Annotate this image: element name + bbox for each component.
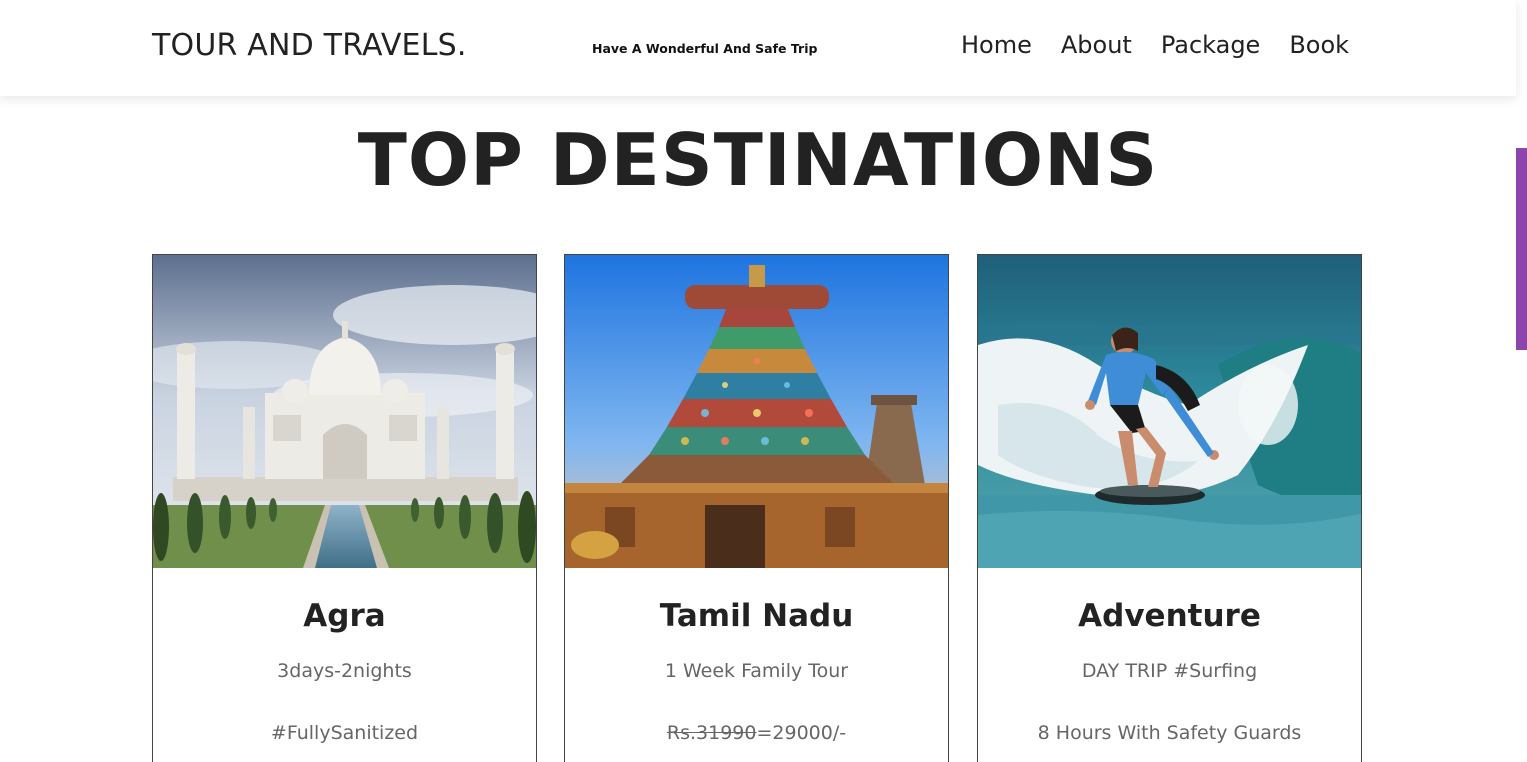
- card-title: Adventure: [1078, 598, 1261, 634]
- card-title: Tamil Nadu: [659, 598, 854, 634]
- nav-link-about[interactable]: About: [1061, 31, 1132, 59]
- old-price: Rs.31990: [666, 722, 757, 744]
- surfing-photo: [978, 255, 1361, 568]
- destination-card-tamil-nadu[interactable]: Tamil Nadu 1 Week Family Tour Rs.31990=2…: [564, 254, 949, 762]
- destination-card-agra[interactable]: Agra 3days-2nights #FullySanitized: [152, 254, 537, 762]
- scrollbar-thumb[interactable]: [1516, 148, 1527, 350]
- main-nav: Home About Package Book: [961, 31, 1349, 59]
- card-subtitle: DAY TRIP #Surfing: [1081, 660, 1258, 682]
- card-subtitle: 3days-2nights: [277, 660, 412, 682]
- card-title: Agra: [303, 598, 386, 634]
- nav-link-book[interactable]: Book: [1289, 31, 1349, 59]
- section-title: TOP DESTINATIONS: [357, 118, 1159, 202]
- page: TOUR AND TRAVELS. Have A Wonderful And S…: [0, 0, 1527, 762]
- nav-link-home[interactable]: Home: [961, 31, 1032, 59]
- brand-logo-text[interactable]: TOUR AND TRAVELS.: [152, 28, 467, 63]
- card-detail: 8 Hours With Safety Guards: [1037, 722, 1302, 744]
- card-subtitle: 1 Week Family Tour: [664, 660, 849, 682]
- nav-link-package[interactable]: Package: [1161, 31, 1260, 59]
- tagline: Have A Wonderful And Safe Trip: [592, 41, 818, 56]
- card-price: Rs.31990=29000/-: [565, 722, 948, 744]
- destination-card-adventure[interactable]: Adventure DAY TRIP #Surfing 8 Hours With…: [977, 254, 1362, 762]
- card-detail: #FullySanitized: [270, 722, 419, 744]
- header-bar: TOUR AND TRAVELS. Have A Wonderful And S…: [0, 0, 1516, 96]
- taj-mahal-photo: [153, 255, 536, 568]
- new-price: =29000/-: [756, 722, 847, 744]
- temple-gopuram-photo: [565, 255, 948, 568]
- destination-cards: Agra 3days-2nights #FullySanitized Tamil…: [152, 254, 1366, 762]
